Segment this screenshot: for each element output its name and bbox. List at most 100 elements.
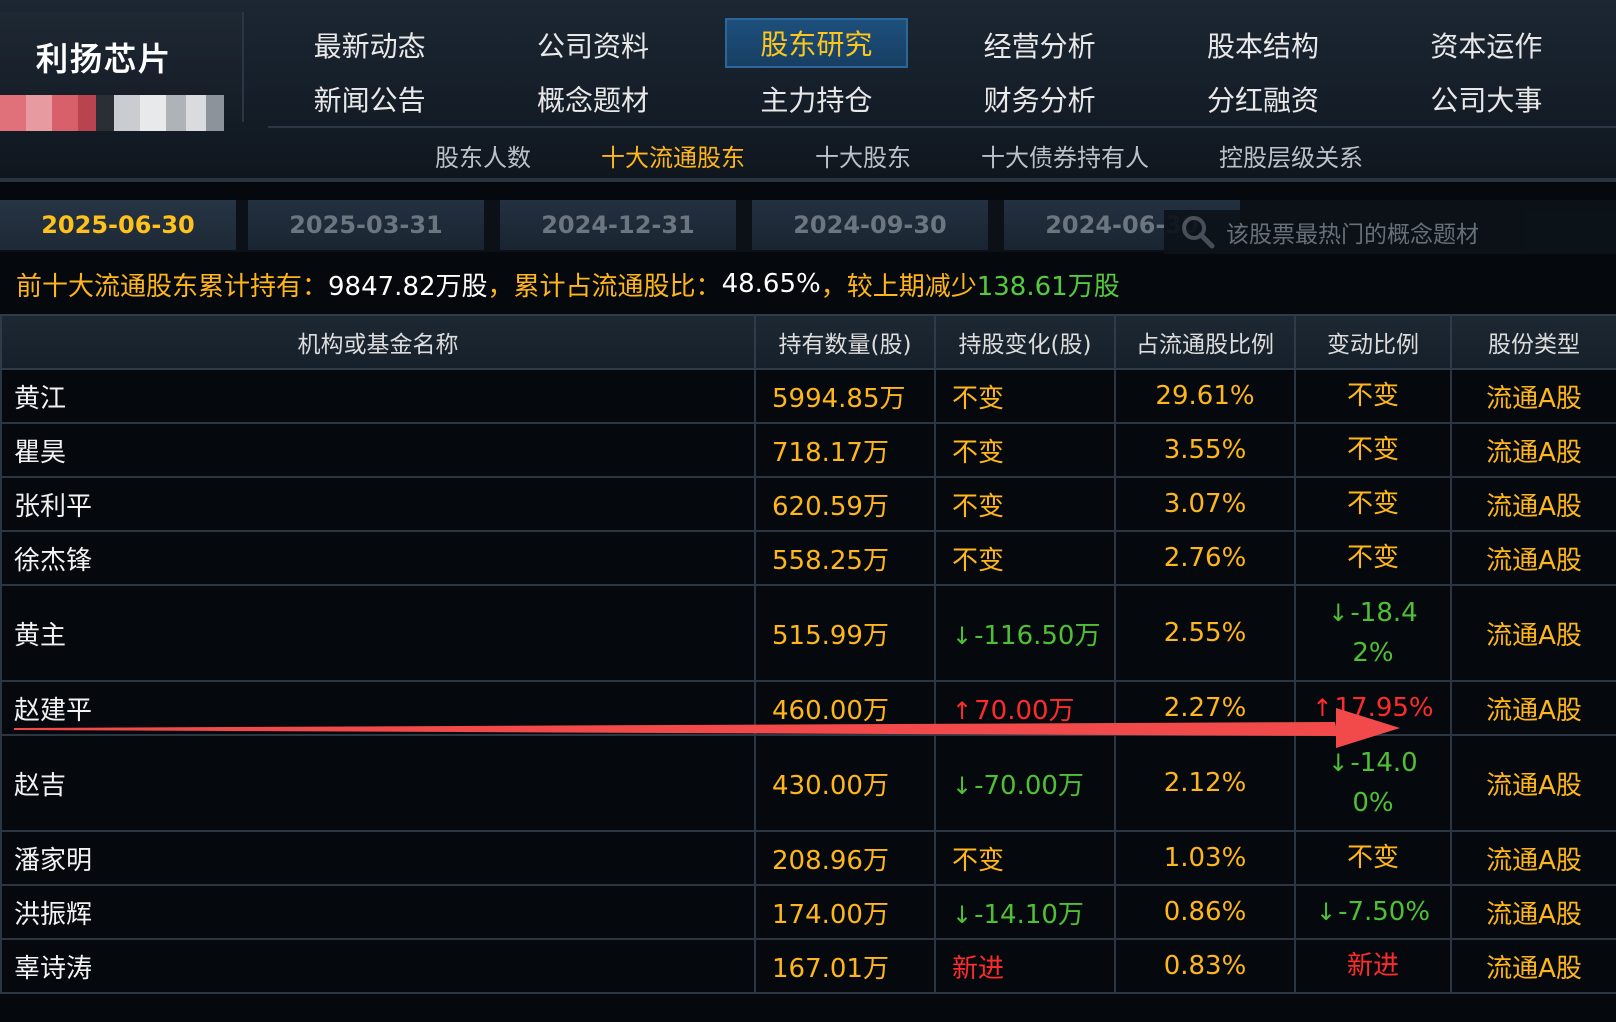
float-ratio: 2.55% xyxy=(1114,584,1296,682)
change-rate-value: 新进 xyxy=(1346,951,1399,981)
holding-change-value: 不变 xyxy=(952,845,1005,876)
table-row[interactable]: 洪振辉 174.00万 ↓-14.10万 0.86% ↓-7.50% 流通A股 xyxy=(0,884,1616,940)
change-rate-value: 17.95% xyxy=(1334,693,1434,723)
summary-total-label: 前十大流通股东累计持有： xyxy=(16,271,329,302)
change-rate: 不变 xyxy=(1294,476,1452,532)
holder-name: 瞿昊 xyxy=(0,422,756,478)
change-rate: 不变 xyxy=(1294,368,1452,424)
date-tab-2024-09-30[interactable]: 2024-09-30 xyxy=(752,200,988,250)
table-row[interactable]: 辜诗涛 167.01万 新进 0.83% 新进 流通A股 xyxy=(0,938,1616,994)
change-rate: ↓-14.00% xyxy=(1294,734,1452,832)
float-ratio: 3.07% xyxy=(1114,476,1296,532)
subnav-top10-holders[interactable]: 十大股东 xyxy=(780,138,946,173)
header-bottom-border xyxy=(0,178,1616,182)
nav-main-holdings[interactable]: 主力持仓 xyxy=(705,72,928,126)
change-rate-value: 不变 xyxy=(1346,489,1399,519)
float-ratio: 3.55% xyxy=(1114,422,1296,478)
subnav-top10-float-holders[interactable]: 十大流通股东 xyxy=(566,138,780,173)
nav-dividend-financing[interactable]: 分红融资 xyxy=(1151,72,1374,126)
holding-change: ↑70.00万 xyxy=(934,680,1116,736)
table-row[interactable]: 黄主 515.99万 ↓-116.50万 2.55% ↓-18.42% 流通A股 xyxy=(0,584,1616,682)
holding-amount: 515.99万 xyxy=(754,584,936,682)
change-rate-value: -14.00% xyxy=(1350,748,1418,818)
table-header-row: 机构或基金名称 持有数量(股) 持股变化(股) 占流通股比例 变动比例 股份类型 xyxy=(0,314,1616,370)
holding-amount: 174.00万 xyxy=(754,884,936,940)
masked-stock-code xyxy=(0,94,224,132)
nav-latest-news[interactable]: 最新动态 xyxy=(258,18,481,72)
nav-major-events[interactable]: 公司大事 xyxy=(1375,72,1598,126)
holding-change: 不变 xyxy=(934,422,1116,478)
table-row[interactable]: 瞿昊 718.17万 不变 3.55% 不变 流通A股 xyxy=(0,422,1616,478)
date-tab-2024-12-31[interactable]: 2024-12-31 xyxy=(500,200,736,250)
sub-nav: 股东人数 十大流通股东 十大股东 十大债券持有人 控股层级关系 xyxy=(400,132,1398,178)
holder-name: 辜诗涛 xyxy=(0,938,756,994)
stock-name: 利扬芯片 xyxy=(36,40,173,78)
header-float-ratio[interactable]: 占流通股比例 xyxy=(1114,314,1296,370)
table-row[interactable]: 潘家明 208.96万 不变 1.03% 不变 流通A股 xyxy=(0,830,1616,886)
change-rate-value: 不变 xyxy=(1346,543,1399,573)
summary-ratio-label: ，累计占流通股比： xyxy=(487,271,722,302)
holder-name: 赵吉 xyxy=(0,734,756,832)
holding-change: 新进 xyxy=(934,938,1116,994)
table-row[interactable]: 赵吉 430.00万 ↓-70.00万 2.12% ↓-14.00% 流通A股 xyxy=(0,734,1616,832)
table-body: 黄江 5994.85万 不变 29.61% 不变 流通A股 瞿昊 718.17万 不变 3.55%… xyxy=(0,368,1616,994)
holding-amount: 208.96万 xyxy=(754,830,936,886)
table-row[interactable]: 张利平 620.59万 不变 3.07% 不变 流通A股 xyxy=(0,476,1616,532)
holding-change-value: 不变 xyxy=(952,491,1005,522)
table-row[interactable]: 徐杰锋 558.25万 不变 2.76% 不变 流通A股 xyxy=(0,530,1616,586)
subnav-top10-bond-holders[interactable]: 十大债券持有人 xyxy=(946,138,1184,173)
holding-change-value: -70.00万 xyxy=(974,770,1084,801)
header-holder-name[interactable]: 机构或基金名称 xyxy=(0,314,756,370)
float-ratio: 0.83% xyxy=(1114,938,1296,994)
stock-header: 利扬芯片 最新动态 公司资料 股东研究 经营分析 股本结构 资本运作 新闻公告 … xyxy=(0,0,1616,180)
holding-change-value: -14.10万 xyxy=(974,899,1084,930)
arrow-up-icon: ↑ xyxy=(952,696,973,725)
change-rate: 不变 xyxy=(1294,830,1452,886)
holding-change: 不变 xyxy=(934,476,1116,532)
nav-divider xyxy=(268,126,1616,128)
nav-operation-analysis[interactable]: 经营分析 xyxy=(928,18,1151,72)
nav-capital-operation[interactable]: 资本运作 xyxy=(1375,18,1598,72)
holdings-summary: 前十大流通股东累计持有： 9847.82万股 ，累计占流通股比： 48.65% … xyxy=(16,264,1120,304)
arrow-down-icon: ↓ xyxy=(952,771,973,800)
holding-amount: 5994.85万 xyxy=(754,368,936,424)
holding-change: 不变 xyxy=(934,368,1116,424)
arrow-down-icon: ↓ xyxy=(952,621,973,650)
holding-change: 不变 xyxy=(934,830,1116,886)
arrow-down-icon: ↓ xyxy=(1315,898,1337,926)
subnav-holding-hierarchy[interactable]: 控股层级关系 xyxy=(1184,138,1398,173)
nav-share-structure[interactable]: 股本结构 xyxy=(1151,18,1374,72)
summary-change-value: 138.61万股 xyxy=(976,271,1120,302)
concept-search-box[interactable]: 该股票最热门的概念题材 xyxy=(1164,210,1616,254)
table-row[interactable]: 黄江 5994.85万 不变 29.61% 不变 流通A股 xyxy=(0,368,1616,424)
arrow-down-icon: ↓ xyxy=(1328,599,1349,627)
share-type: 流通A股 xyxy=(1450,734,1616,832)
float-ratio: 1.03% xyxy=(1114,830,1296,886)
holder-name: 黄江 xyxy=(0,368,756,424)
subnav-shareholder-count[interactable]: 股东人数 xyxy=(400,138,566,173)
change-rate-value: 不变 xyxy=(1346,843,1399,873)
header-change-rate[interactable]: 变动比例 xyxy=(1294,314,1452,370)
holding-amount: 167.01万 xyxy=(754,938,936,994)
nav-shareholder-research[interactable]: 股东研究 xyxy=(724,18,908,68)
header-share-type[interactable]: 股份类型 xyxy=(1450,314,1616,370)
date-tab-2025-06-30[interactable]: 2025-06-30 xyxy=(0,200,236,250)
table-row[interactable]: 赵建平 460.00万 ↑70.00万 2.27% ↑17.95% 流通A股 xyxy=(0,680,1616,736)
share-type: 流通A股 xyxy=(1450,830,1616,886)
float-ratio: 2.76% xyxy=(1114,530,1296,586)
nav-concept-themes[interactable]: 概念题材 xyxy=(481,72,704,126)
share-type: 流通A股 xyxy=(1450,938,1616,994)
share-type: 流通A股 xyxy=(1450,680,1616,736)
nav-announcements[interactable]: 新闻公告 xyxy=(258,72,481,126)
nav-financial-analysis[interactable]: 财务分析 xyxy=(928,72,1151,126)
arrow-down-icon: ↓ xyxy=(952,900,973,929)
header-amount[interactable]: 持有数量(股) xyxy=(754,314,936,370)
date-tab-2025-03-31[interactable]: 2025-03-31 xyxy=(248,200,484,250)
main-nav: 最新动态 公司资料 股东研究 经营分析 股本结构 资本运作 新闻公告 概念题材 … xyxy=(258,18,1598,128)
share-type: 流通A股 xyxy=(1450,584,1616,682)
search-icon xyxy=(1178,212,1218,252)
share-type: 流通A股 xyxy=(1450,530,1616,586)
nav-company-profile[interactable]: 公司资料 xyxy=(481,18,704,72)
header-change[interactable]: 持股变化(股) xyxy=(934,314,1116,370)
change-rate: ↓-18.42% xyxy=(1294,584,1452,682)
